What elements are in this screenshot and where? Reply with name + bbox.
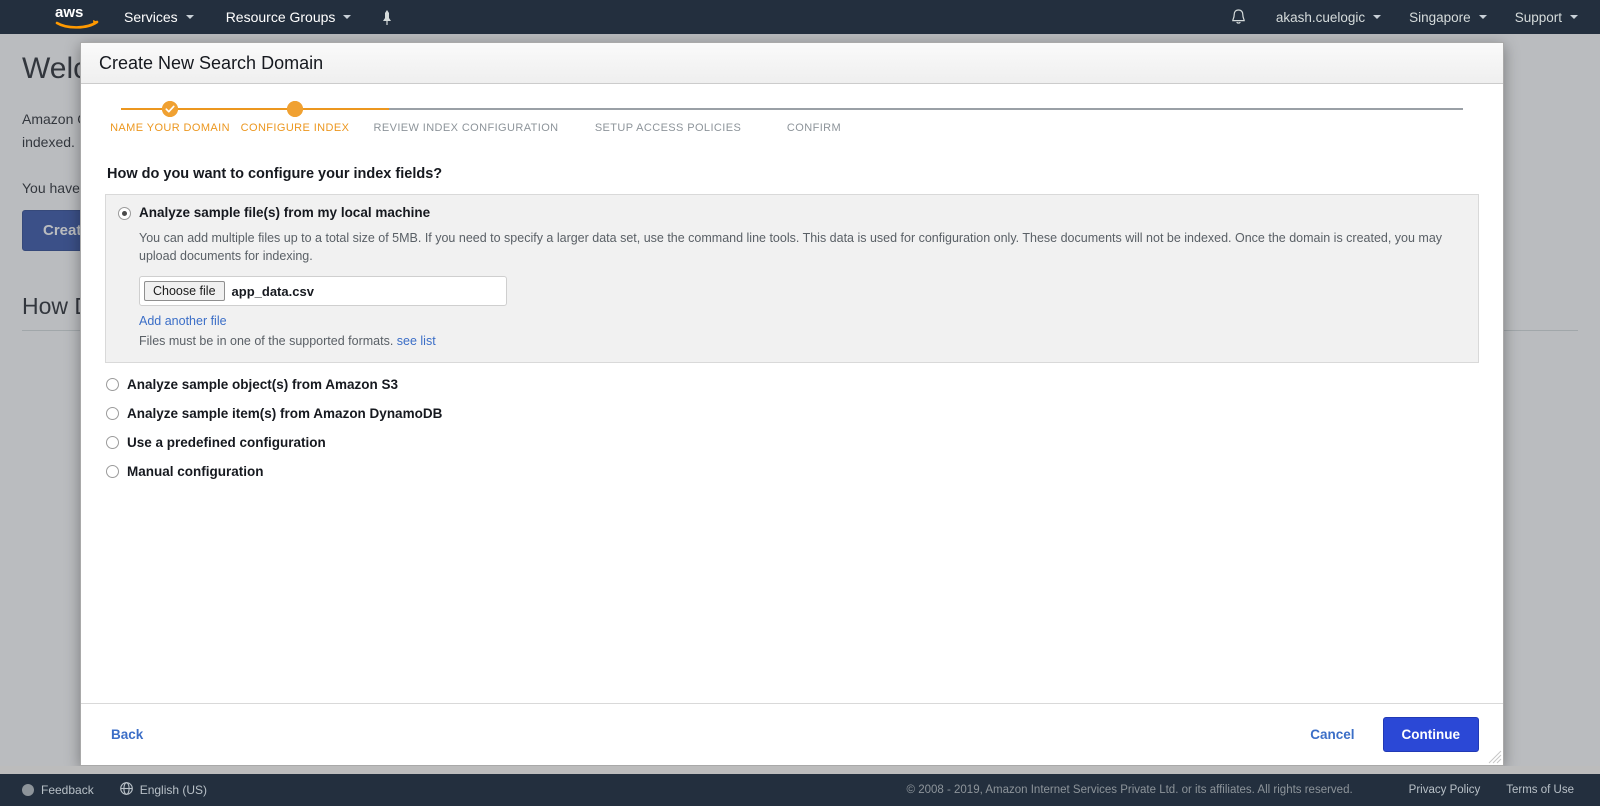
aws-top-navigation: aws Services Resource Groups akash.cuelo… [0, 0, 1600, 34]
option-description-local-file: You can add multiple files up to a total… [139, 231, 1443, 263]
continue-button[interactable]: Continue [1382, 717, 1479, 752]
radio-manual-configuration[interactable] [106, 465, 119, 478]
option-row-local-file[interactable]: Analyze sample file(s) from my local mac… [118, 205, 1466, 220]
copyright-text: © 2008 - 2019, Amazon Internet Services … [906, 784, 1353, 796]
nav-account-menu[interactable]: akash.cuelogic [1262, 0, 1395, 34]
current-step-dot-icon [287, 101, 303, 117]
nav-support-label: Support [1514, 9, 1562, 25]
feedback-button[interactable]: Feedback [22, 783, 94, 797]
bottom-status-bar: Feedback English (US) © 2008 - 2019, Ama… [0, 774, 1600, 806]
configure-index-question: How do you want to configure your index … [107, 166, 443, 182]
chevron-down-icon [1478, 15, 1487, 19]
option-label-predefined-configuration: Use a predefined configuration [127, 435, 326, 450]
wizard-step-label: SETUP ACCESS POLICIES [594, 122, 742, 134]
radio-predefined-configuration[interactable] [106, 436, 119, 449]
chevron-down-icon [185, 15, 194, 19]
supported-formats-label: Files must be in one of the supported fo… [139, 334, 394, 348]
resize-handle-icon[interactable] [1488, 750, 1502, 764]
nav-resource-groups[interactable]: Resource Groups [210, 0, 368, 34]
option-label-dynamodb: Analyze sample item(s) from Amazon Dynam… [127, 406, 443, 421]
pin-icon[interactable] [367, 0, 407, 34]
option-row-manual-configuration[interactable]: Manual configuration [106, 464, 1479, 479]
language-label: English (US) [139, 783, 208, 797]
see-list-link[interactable]: see list [397, 334, 436, 348]
option-row-dynamodb[interactable]: Analyze sample item(s) from Amazon Dynam… [106, 406, 1479, 421]
language-selector[interactable]: English (US) [119, 782, 208, 798]
modal-footer: Back Cancel Continue [81, 703, 1503, 765]
option-label-local-file: Analyze sample file(s) from my local mac… [139, 205, 431, 220]
modal-footer-right: Cancel Continue [1304, 717, 1479, 752]
option-label-amazon-s3: Analyze sample object(s) from Amazon S3 [127, 377, 399, 392]
option-label-manual-configuration: Manual configuration [127, 464, 264, 479]
add-another-file-link[interactable]: Add another file [139, 314, 227, 328]
modal-body: NAME YOUR DOMAIN CONFIGURE INDEX REVIEW … [81, 84, 1503, 703]
terms-of-use-link[interactable]: Terms of Use [1506, 784, 1574, 796]
back-button[interactable]: Back [105, 726, 149, 743]
option-panel-local-file[interactable]: Analyze sample file(s) from my local mac… [105, 194, 1479, 363]
wizard-step-label: NAME YOUR DOMAIN [110, 122, 230, 134]
option-row-amazon-s3[interactable]: Analyze sample object(s) from Amazon S3 [106, 377, 1479, 392]
wizard-step-label: CONFIRM [786, 122, 842, 134]
svg-text:aws: aws [55, 4, 83, 21]
nav-account-label: akash.cuelogic [1275, 9, 1366, 25]
nav-region-menu[interactable]: Singapore [1395, 0, 1501, 34]
radio-analyze-local-file[interactable] [118, 207, 131, 220]
wizard-step-indicator: NAME YOUR DOMAIN CONFIGURE INDEX REVIEW … [105, 98, 1479, 150]
nav-region-label: Singapore [1409, 9, 1471, 25]
chosen-file-name: app_data.csv [231, 283, 314, 299]
globe-icon [119, 782, 133, 798]
chevron-down-icon [343, 15, 352, 19]
nav-right-cluster: akash.cuelogic Singapore Support [1215, 0, 1600, 34]
chevron-down-icon [1373, 15, 1382, 19]
bottom-bar-seam [0, 766, 1600, 774]
chevron-down-icon [1570, 15, 1578, 19]
bell-icon[interactable] [1215, 0, 1262, 34]
feedback-icon [22, 784, 34, 796]
option-row-predefined-configuration[interactable]: Use a predefined configuration [106, 435, 1479, 450]
radio-analyze-s3-object[interactable] [106, 378, 119, 391]
modal-title: Create New Search Domain [99, 52, 324, 73]
wizard-step-label: REVIEW INDEX CONFIGURATION [373, 122, 559, 134]
supported-formats-text: Files must be in one of the supported fo… [139, 334, 1466, 348]
nav-resource-groups-label: Resource Groups [225, 9, 336, 25]
check-circle-icon [162, 101, 178, 117]
option-body-local-file: You can add multiple files up to a total… [139, 229, 1466, 348]
modal-footer-left: Back [105, 726, 149, 743]
privacy-policy-link[interactable]: Privacy Policy [1409, 784, 1481, 796]
feedback-label: Feedback [41, 783, 94, 797]
wizard-step-label: CONFIGURE INDEX [240, 122, 350, 134]
file-upload-input[interactable]: Choose file app_data.csv [139, 276, 507, 306]
nav-services[interactable]: Services [108, 0, 210, 34]
create-search-domain-modal: Create New Search Domain NAME YOUR DOMAI… [80, 42, 1504, 766]
aws-logo[interactable]: aws [46, 0, 108, 34]
radio-analyze-dynamodb-item[interactable] [106, 407, 119, 420]
modal-title-bar: Create New Search Domain [81, 43, 1503, 84]
nav-services-label: Services [124, 9, 178, 25]
nav-support-menu[interactable]: Support [1501, 0, 1600, 34]
choose-file-button[interactable]: Choose file [144, 281, 225, 301]
cancel-button[interactable]: Cancel [1304, 726, 1360, 743]
